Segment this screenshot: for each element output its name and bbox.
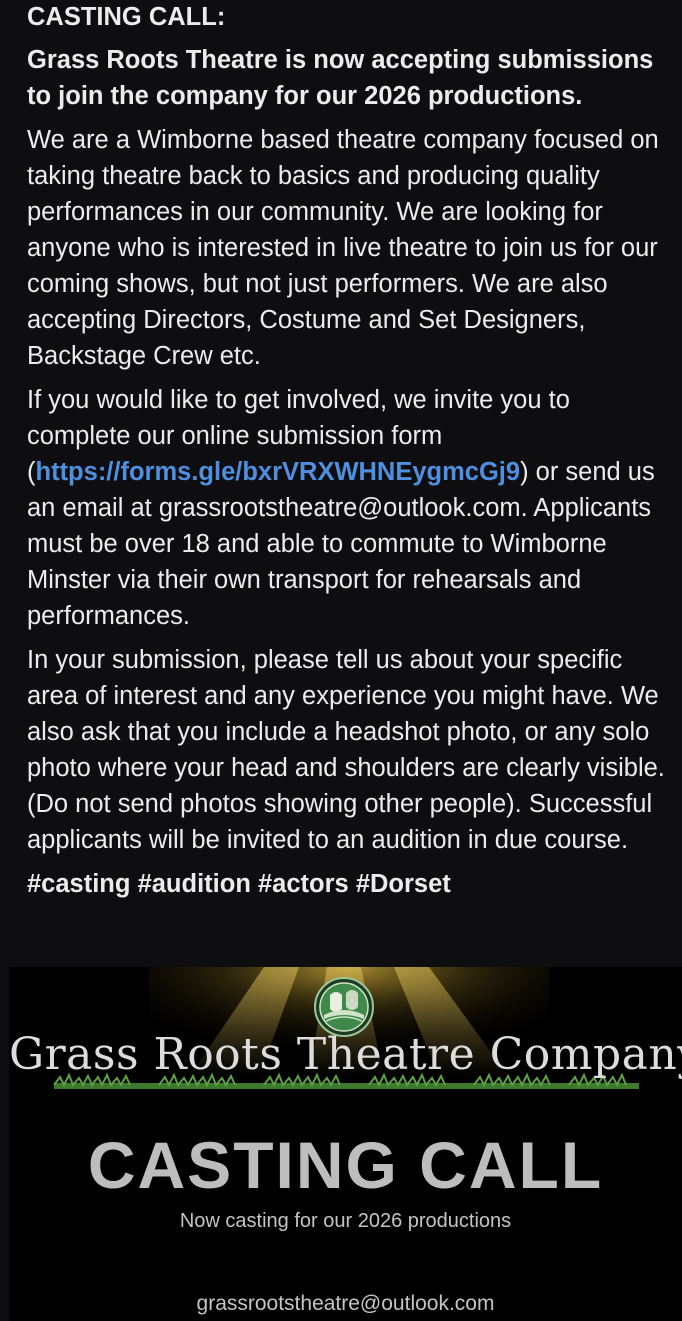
banner-email: grassrootstheatre@outlook.com [196, 1292, 495, 1315]
post-paragraph-3: In your submission, please tell us about… [27, 646, 665, 854]
post-paragraph-1: We are a Wimborne based theatre company … [27, 126, 659, 370]
post-title: CASTING CALL: [27, 3, 226, 31]
hashtag-row: #casting #audition #actors #Dorset [27, 866, 669, 902]
banner-headline: CASTING CALL [87, 1128, 604, 1202]
banner-company-name: Grass Roots Theatre Company [9, 1029, 682, 1080]
hashtag-actors[interactable]: #actors [258, 870, 349, 898]
submission-form-link[interactable]: https://forms.gle/bxrVRXWHNEygmcGj9 [36, 458, 521, 486]
theatre-logo-icon [314, 977, 374, 1037]
post-paragraph-2: If you would like to get involved, we in… [27, 382, 669, 634]
post-lead: Grass Roots Theatre is now accepting sub… [27, 46, 654, 110]
hashtag-audition[interactable]: #audition [138, 870, 251, 898]
hashtag-casting[interactable]: #casting [27, 870, 130, 898]
post-body: CASTING CALL: Grass Roots Theatre is now… [27, 0, 669, 902]
hashtag-dorset[interactable]: #Dorset [356, 870, 451, 898]
banner-subline: Now casting for our 2026 productions [179, 1210, 512, 1232]
casting-banner-image[interactable]: Grass Roots Theatre Company CASTING CALL… [9, 967, 682, 1321]
